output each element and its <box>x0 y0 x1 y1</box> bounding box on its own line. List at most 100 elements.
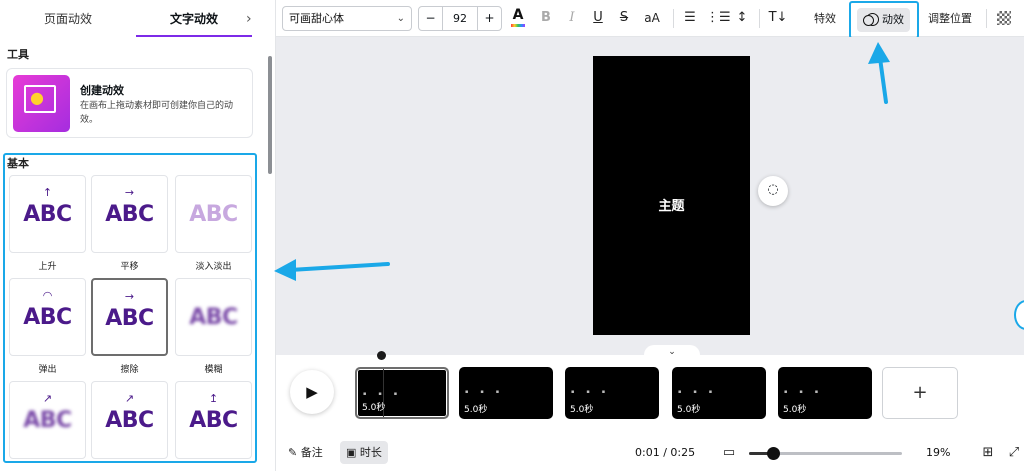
align-center-icon[interactable]: ☰ <box>680 8 700 28</box>
text-direction-icon[interactable]: T↓ <box>768 8 788 28</box>
panel-scrollbar[interactable] <box>268 56 272 174</box>
canvas-workspace: 主题 ◌ ⌄ <box>276 37 1024 359</box>
page-thumbnail[interactable]: ▪▪▪ 5.0秒 <box>355 367 449 419</box>
animation-option[interactable]: ↑ ABC <box>9 175 86 253</box>
thumbnail-preview: ▪▪▪ <box>784 389 831 395</box>
bold-icon[interactable]: B <box>536 8 556 28</box>
create-animation-card[interactable]: ● 创建动效 在画布上拖动素材即可创建你自己的动效。 <box>6 68 253 138</box>
active-tab-indicator <box>136 35 252 37</box>
timeline: ▶ ▪▪▪ 5.0秒 ▪▪▪ 5.0秒 ▪▪▪ 5.0秒 ▪▪▪ 5.0秒 ▪▪▪ 5.0秒 + <box>276 351 1024 435</box>
direction-icon: → <box>124 186 135 199</box>
editor-root: 页面动效 文字动效 › 工具 ● 创建动效 在画布上拖动素材即可创建你自己的动效… <box>0 0 1024 471</box>
panel-tabs: 页面动效 文字动效 › <box>0 0 275 38</box>
basic-heading: 基本 <box>7 157 29 170</box>
timecode: 0:01 / 0:25 <box>635 446 696 459</box>
tools-heading: 工具 <box>7 48 29 61</box>
page-duration: 5.0秒 <box>464 405 488 415</box>
thumbnail-preview: ▪▪▪ <box>465 389 512 395</box>
page-view-icon[interactable]: ▭ <box>719 443 739 463</box>
underline-icon[interactable]: U <box>588 8 608 28</box>
notes-label: 备注 <box>300 446 323 459</box>
animation-panel: 页面动效 文字动效 › 工具 ● 创建动效 在画布上拖动素材即可创建你自己的动效… <box>0 0 276 471</box>
duration-button[interactable]: ▣ 时长 <box>340 441 388 464</box>
animation-option-label: 平移 <box>120 262 139 272</box>
animation-option-label: 弹出 <box>38 365 57 375</box>
effects-button[interactable]: 特效 <box>814 10 836 26</box>
animation-option[interactable]: → ABC <box>91 175 168 253</box>
animation-preview-text: ABC <box>105 202 154 227</box>
text-toolbar: 可画甜心体 ⌄ − 92 + A B I U S aA ☰ ⋮☰ ↕ T↓ 特效… <box>276 0 1024 39</box>
font-family-select[interactable]: 可画甜心体 ⌄ <box>282 6 412 31</box>
video-icon: ▣ <box>346 446 360 459</box>
thumbnail-preview: ▪▪▪ <box>678 389 725 395</box>
toolbar-divider <box>759 9 760 28</box>
italic-icon[interactable]: I <box>562 8 582 28</box>
zoom-value[interactable]: 19% <box>926 446 950 459</box>
notes-button[interactable]: ✎ 备注 <box>282 441 329 464</box>
create-animation-description: 在画布上拖动素材即可创建你自己的动效。 <box>80 101 234 125</box>
playhead-marker[interactable] <box>377 351 386 360</box>
page-thumbnail[interactable]: ▪▪▪ 5.0秒 <box>778 367 872 419</box>
page-duration: 5.0秒 <box>570 405 594 415</box>
strikethrough-icon[interactable]: S <box>614 8 634 28</box>
zoom-slider[interactable] <box>749 447 902 460</box>
position-button[interactable]: 调整位置 <box>928 10 972 26</box>
animation-option[interactable]: ↗ ABC <box>9 381 86 459</box>
bottom-bar: ✎ 备注 ▣ 时长 0:01 / 0:25 ▭ 19% ⊞ ⤢ <box>276 435 1024 471</box>
chevron-right-icon[interactable]: › <box>246 11 252 27</box>
design-page[interactable]: 主题 <box>593 56 750 335</box>
animation-option[interactable]: ◠ ABC <box>9 278 86 356</box>
animation-preview-text: ABC <box>105 306 154 331</box>
letter-case-icon[interactable]: aA <box>642 8 662 28</box>
duration-label: 时长 <box>359 446 382 459</box>
animation-option[interactable]: ↥ ABC <box>175 381 252 459</box>
animation-preview-text: ABC <box>189 305 238 330</box>
animation-preview-text: ABC <box>105 408 154 433</box>
animation-preview-text: ABC <box>23 202 72 227</box>
transparency-icon[interactable] <box>997 11 1011 25</box>
tab-page-animation[interactable]: 页面动效 <box>0 0 136 38</box>
add-page-button[interactable]: + <box>882 367 958 419</box>
animation-option[interactable]: ABC <box>175 278 252 356</box>
animation-option-label: 模糊 <box>204 365 223 375</box>
animation-grid-highlight: 基本 ↑ ABC 上升 → ABC 平移 ABC 淡入淡出 ◠ ABC 弹出 → ABC 擦除 ABC 模糊 ↗… <box>3 153 257 463</box>
create-animation-title: 创建动效 <box>80 84 124 97</box>
page-duration: 5.0秒 <box>677 405 701 415</box>
notes-icon: ✎ <box>288 446 301 459</box>
list-icon[interactable]: ⋮☰ <box>706 8 731 28</box>
page-duration: 5.0秒 <box>783 405 807 415</box>
side-handle[interactable] <box>1014 300 1024 330</box>
animate-icon-back <box>863 15 874 26</box>
thumbnail-preview: ▪▪▪ <box>571 389 618 395</box>
page-thumbnail[interactable]: ▪▪▪ 5.0秒 <box>565 367 659 419</box>
animate-button[interactable]: 动效 <box>857 8 910 32</box>
animation-option-label: 擦除 <box>120 365 139 375</box>
animate-button-highlight[interactable]: 动效 <box>849 1 919 39</box>
direction-icon: ◠ <box>42 289 53 302</box>
font-size-value[interactable]: 92 <box>443 7 477 30</box>
animation-option[interactable]: ↗ ABC <box>91 381 168 459</box>
animation-option-label: 淡入淡出 <box>195 262 232 272</box>
fullscreen-icon[interactable]: ⤢ <box>1004 443 1024 463</box>
page-thumbnail[interactable]: ▪▪▪ 5.0秒 <box>672 367 766 419</box>
spacing-icon[interactable]: ↕ <box>732 8 752 28</box>
tab-text-animation[interactable]: 文字动效 <box>136 0 252 38</box>
grid-view-icon[interactable]: ⊞ <box>978 443 998 463</box>
page-heading-text[interactable]: 主题 <box>593 195 750 214</box>
increase-size-button[interactable]: + <box>477 7 501 30</box>
text-color-button[interactable]: A <box>508 7 528 29</box>
decrease-size-button[interactable]: − <box>419 7 443 30</box>
zoom-slider-knob[interactable] <box>767 447 781 460</box>
font-size-stepper[interactable]: − 92 + <box>418 6 502 31</box>
toolbar-divider <box>986 9 987 28</box>
bee-icon: ● <box>30 88 44 107</box>
page-duration: 5.0秒 <box>362 403 386 413</box>
animation-preview-text: ABC <box>23 408 72 433</box>
animation-option[interactable]: ABC <box>175 175 252 253</box>
chevron-down-icon: ⌄ <box>396 13 405 24</box>
add-comment-icon[interactable]: ◌ <box>758 176 788 206</box>
page-thumbnail[interactable]: ▪▪▪ 5.0秒 <box>459 367 553 419</box>
direction-icon: ↥ <box>208 392 219 405</box>
play-icon[interactable]: ▶ <box>290 370 334 414</box>
animation-option[interactable]: → ABC <box>91 278 168 356</box>
